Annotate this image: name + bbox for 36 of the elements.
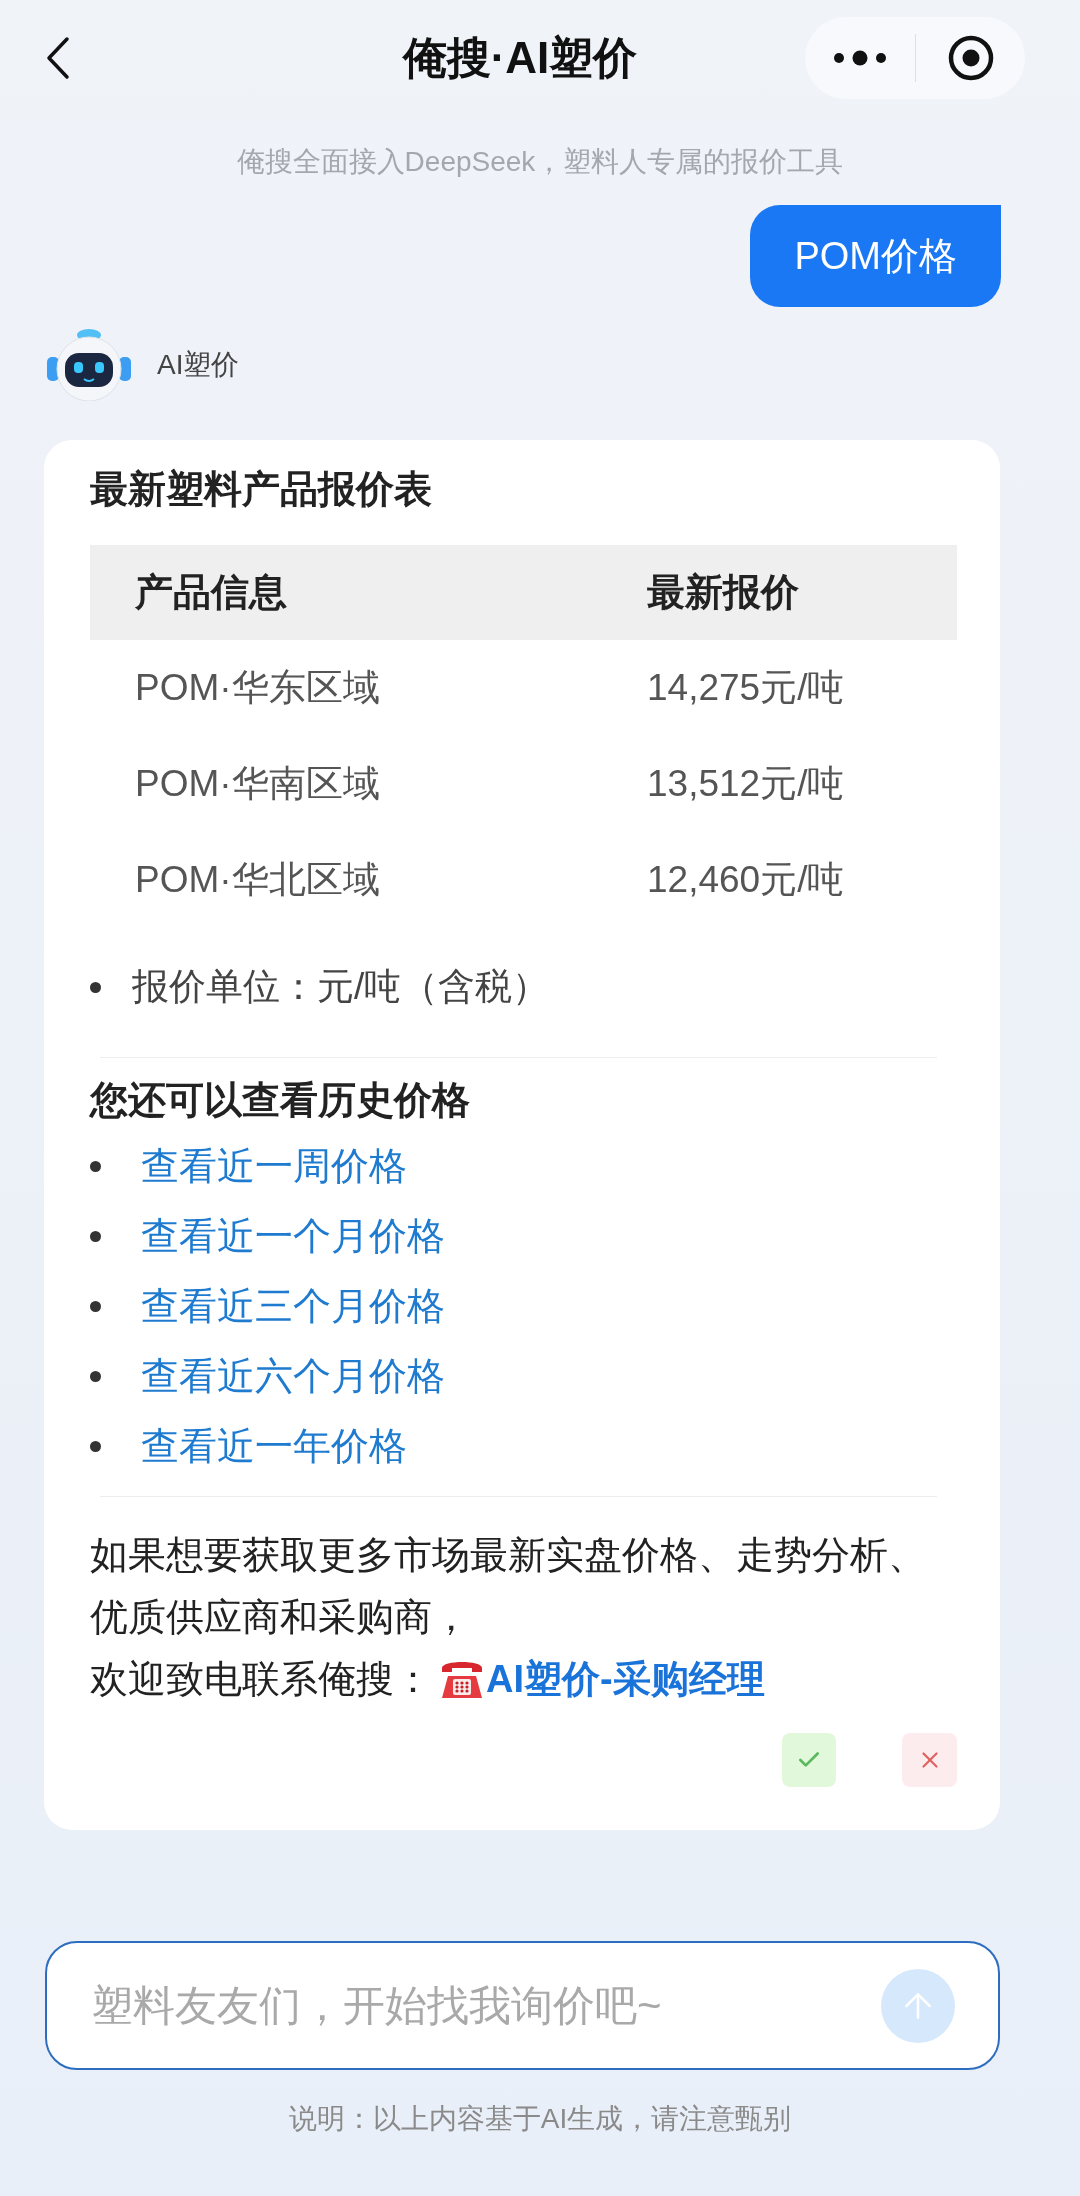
- bullet-icon: [90, 1230, 101, 1242]
- bullet-icon: [90, 1440, 101, 1452]
- table-cell-text: 12,460元/吨: [647, 858, 845, 903]
- robot-avatar-icon: [47, 329, 131, 401]
- card-title: 最新塑料产品报价表: [90, 467, 432, 512]
- page-title: 俺搜·AI塑价: [402, 32, 638, 84]
- target-icon: [947, 35, 994, 81]
- reject-button[interactable]: [902, 1733, 957, 1787]
- history-heading: 您还可以查看历史价格: [90, 1078, 470, 1123]
- history-link[interactable]: 查看近六个月价格: [141, 1347, 445, 1405]
- disclaimer: 说明：以上内容基于AI生成，请注意甄别: [288, 2102, 792, 2136]
- bullet-icon: [90, 981, 101, 993]
- sender-name: AI塑价: [157, 348, 240, 382]
- more-icon: [833, 50, 887, 66]
- user-message-bubble: POM价格: [750, 205, 1001, 307]
- bullet-icon: [90, 1300, 101, 1312]
- table-cell-text: 13,512元/吨: [647, 762, 845, 807]
- history-link[interactable]: 查看近一周价格: [141, 1137, 407, 1195]
- contact-paragraph: 如果想要获取更多市场最新实盘价格、走势分析、优质供应商和采购商， 欢迎致电联系俺搜： AI塑价-采购经理: [90, 1524, 950, 1710]
- column-header: 产品信息: [135, 570, 287, 615]
- note-text: 报价单位：元/吨（含税）: [132, 965, 550, 1010]
- chevron-left-icon: [46, 36, 70, 80]
- history-link[interactable]: 查看近一个月价格: [141, 1207, 445, 1265]
- message-input[interactable]: 塑料友友们，开始找我询价吧~: [91, 1975, 881, 2036]
- table-cell-text: POM·华东区域: [135, 666, 380, 711]
- bullet-icon: [90, 1370, 101, 1382]
- subtitle: 俺搜全面接入DeepSeek，塑料人专属的报价工具: [236, 145, 844, 179]
- table-cell-text: POM·华北区域: [135, 858, 380, 903]
- column-header: 最新报价: [647, 570, 799, 615]
- message-input-box[interactable]: 塑料友友们，开始找我询价吧~: [45, 1941, 1000, 2070]
- contact-link[interactable]: AI塑价-采购经理: [440, 1648, 765, 1710]
- history-link[interactable]: 查看近三个月价格: [141, 1277, 445, 1335]
- bullet-icon: [90, 1160, 101, 1172]
- table-cell-text: POM·华南区域: [135, 762, 380, 807]
- table-cell-text: 14,275元/吨: [647, 666, 845, 711]
- history-link[interactable]: 查看近一年价格: [141, 1417, 407, 1475]
